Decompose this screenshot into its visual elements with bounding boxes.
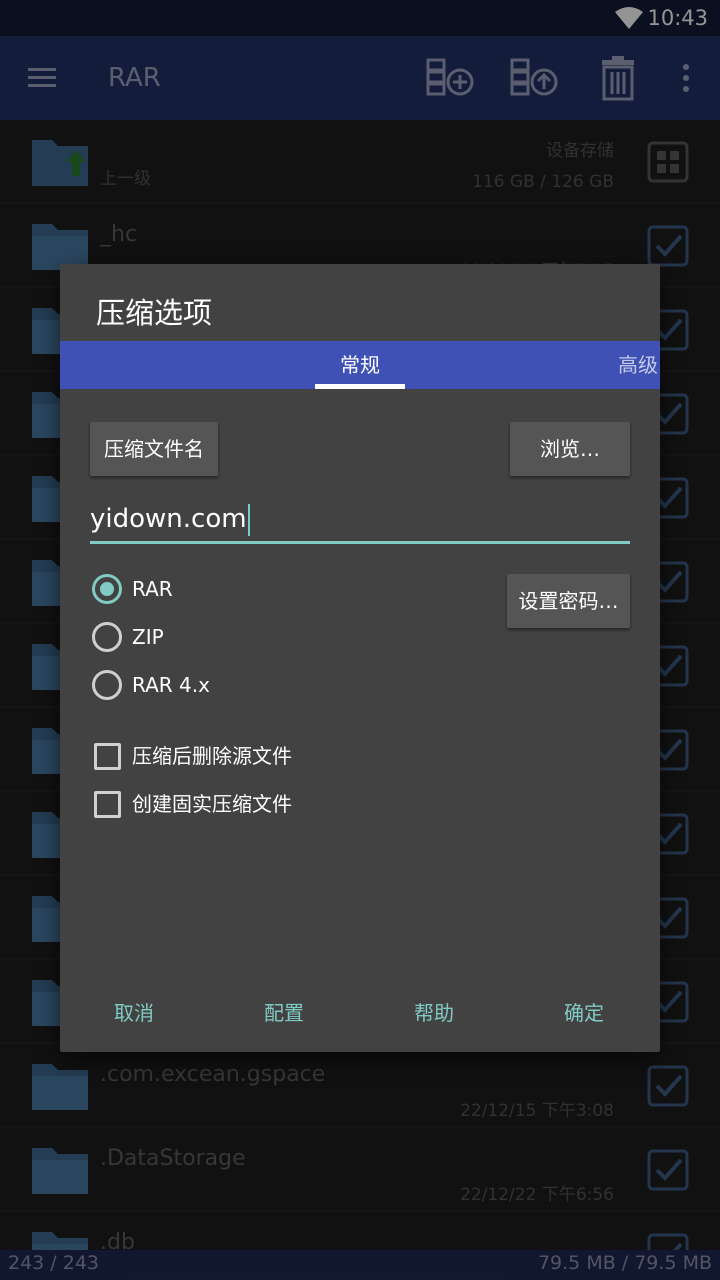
profiles-button[interactable]: 配置 xyxy=(264,998,304,1028)
radio-zip[interactable]: ZIP xyxy=(92,617,392,657)
radio-rar4-label: RAR 4.x xyxy=(132,673,210,697)
cancel-button[interactable]: 取消 xyxy=(114,998,154,1028)
tab-advanced[interactable]: 高级 xyxy=(618,351,658,379)
radio-zip-label: ZIP xyxy=(132,625,164,649)
radio-rar-label: RAR xyxy=(132,577,173,601)
browse-button[interactable]: 浏览… xyxy=(510,422,630,476)
help-button[interactable]: 帮助 xyxy=(414,998,454,1028)
text-caret xyxy=(247,503,250,536)
archive-options-dialog: 压缩选项 常规 高级 压缩文件名 浏览… yidown.com RAR ZIP … xyxy=(60,264,660,1052)
tab-general[interactable]: 常规 xyxy=(340,351,380,379)
dialog-title: 压缩选项 xyxy=(96,296,213,330)
dialog-tabs: 常规 高级 xyxy=(60,341,660,389)
ok-button[interactable]: 确定 xyxy=(564,998,604,1028)
radio-rar[interactable]: RAR xyxy=(92,569,392,609)
app-root: 10:43 RAR 上一级 设备存储 116 GB / 126 GB _hc .… xyxy=(0,0,720,1280)
checkbox-box xyxy=(94,791,121,818)
radio-rar-indicator xyxy=(92,574,122,604)
set-password-button[interactable]: 设置密码… xyxy=(507,574,630,628)
checkbox-box xyxy=(94,743,121,770)
archive-name-input[interactable]: yidown.com xyxy=(90,496,630,544)
radio-rar4-indicator xyxy=(92,670,122,700)
tab-indicator xyxy=(315,384,405,389)
radio-rar4[interactable]: RAR 4.x xyxy=(92,665,392,705)
radio-zip-indicator xyxy=(92,622,122,652)
delete-after-archiving-checkbox[interactable]: 压缩后删除源文件 xyxy=(94,736,394,776)
delete-after-archiving-label: 压缩后删除源文件 xyxy=(132,744,292,768)
archive-name-text: yidown.com xyxy=(90,504,247,534)
archive-name-value: yidown.com xyxy=(90,502,250,536)
solid-archive-checkbox[interactable]: 创建固实压缩文件 xyxy=(94,784,394,824)
archive-name-button[interactable]: 压缩文件名 xyxy=(90,422,218,476)
solid-archive-label: 创建固实压缩文件 xyxy=(132,792,292,816)
